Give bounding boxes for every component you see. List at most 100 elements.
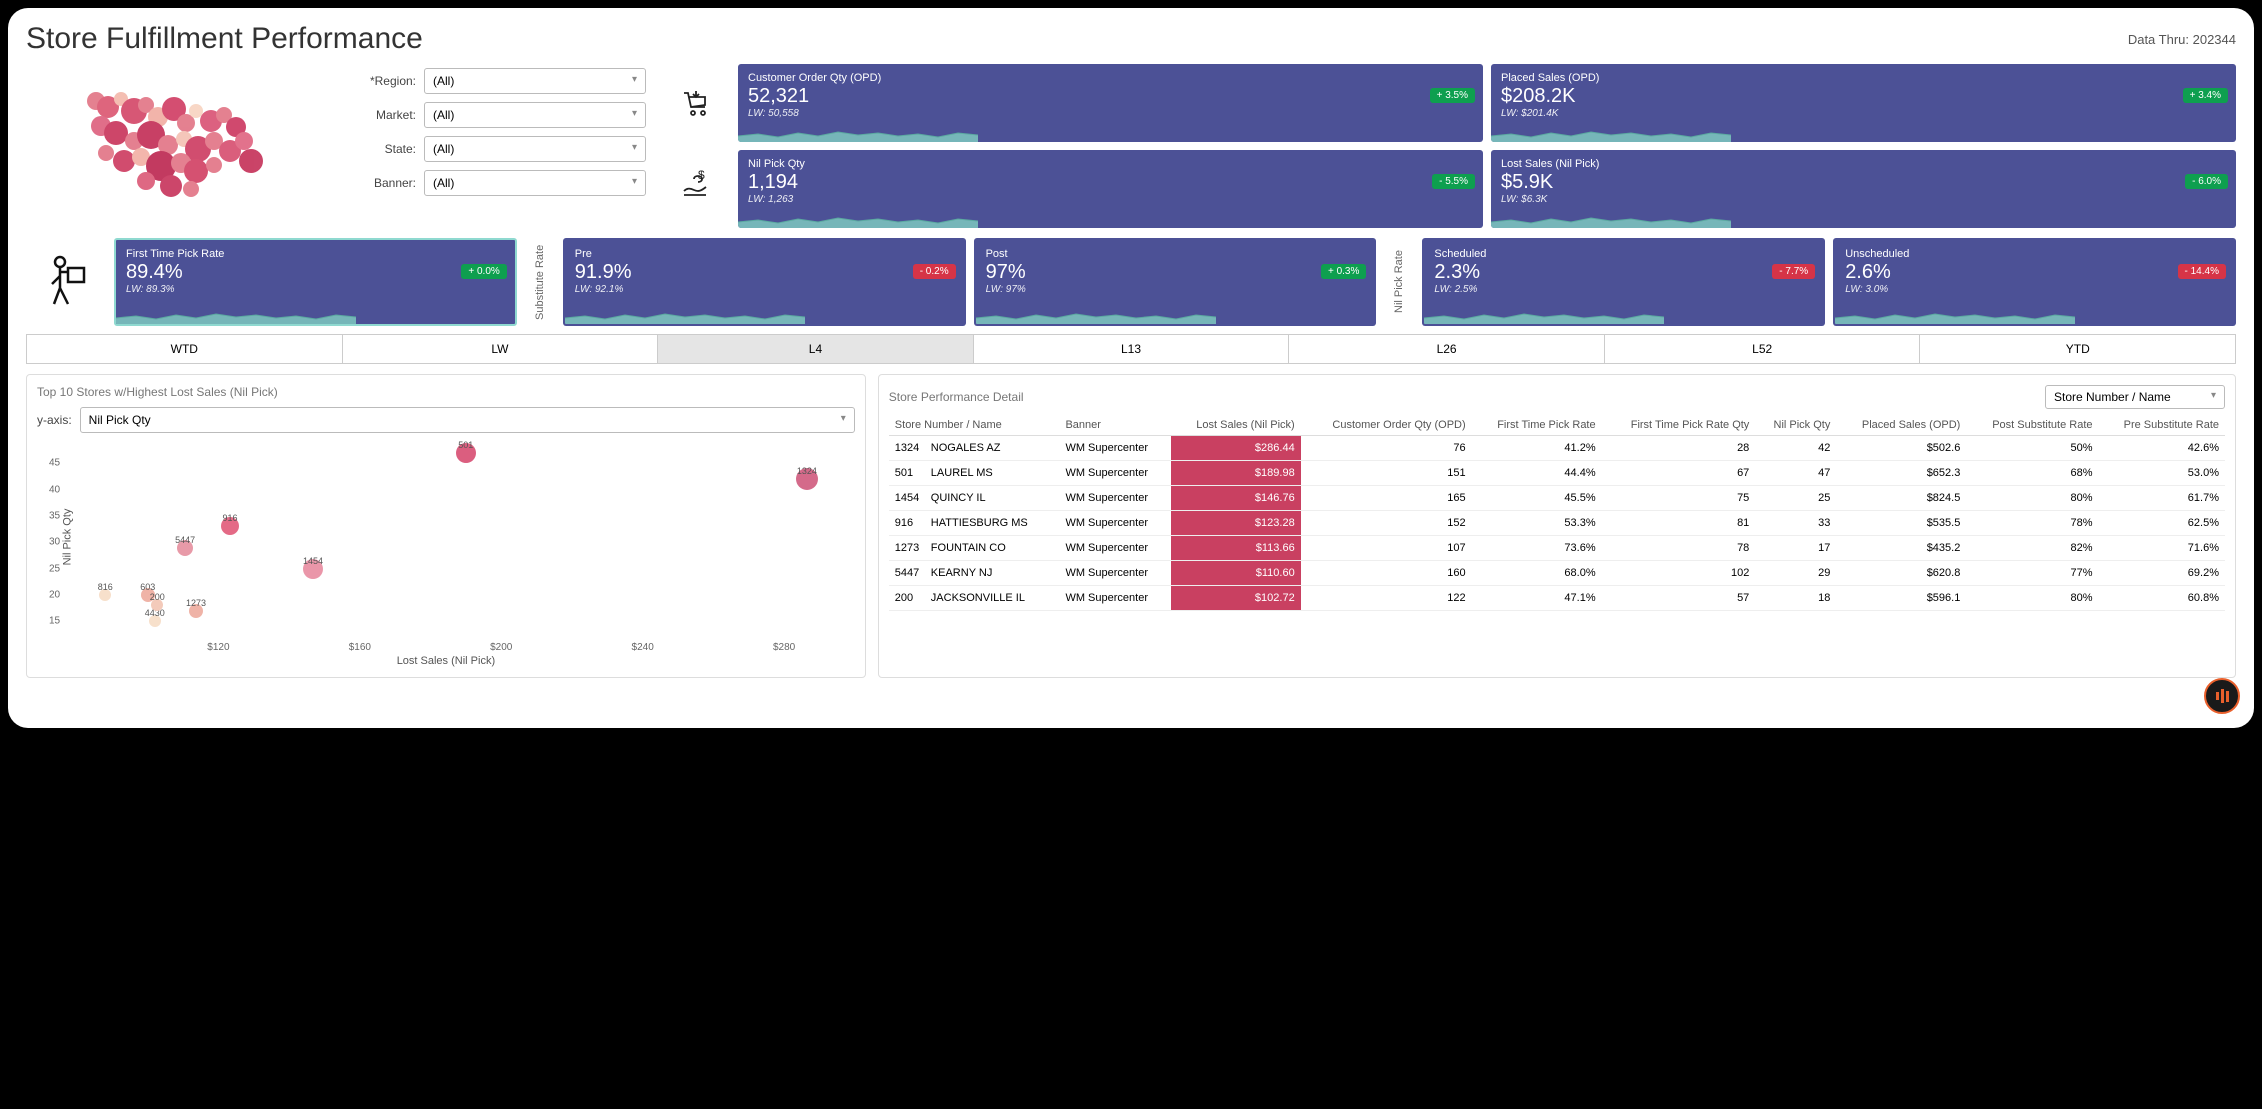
detail-select[interactable]: Store Number / Name — [2045, 385, 2225, 409]
scatter-label: 200 — [150, 592, 165, 602]
map[interactable] — [26, 64, 326, 228]
col-header[interactable]: Pre Substitute Rate — [2099, 415, 2226, 436]
delta-badge: + 0.0% — [461, 264, 506, 279]
table-row[interactable]: 1273FOUNTAIN COWM Supercenter$113.661077… — [889, 536, 2225, 561]
filter-panel: *Region: (All) Market: (All) State: (All) B… — [346, 64, 646, 228]
kpi-card-2[interactable]: Nil Pick Qty1,194LW: 1,263 - 5.5% — [738, 150, 1483, 228]
tab-lw[interactable]: LW — [343, 335, 659, 363]
card-label: First Time Pick Rate — [126, 248, 505, 260]
page-title: Store Fulfillment Performance — [26, 22, 423, 56]
card-label: Nil Pick Qty — [748, 158, 1473, 170]
scatter-label: 1454 — [303, 556, 323, 566]
scatter-label: 5447 — [175, 535, 195, 545]
card-label: Scheduled — [1434, 248, 1813, 260]
card-value: 2.3% — [1434, 260, 1813, 284]
card-value: 52,321 — [748, 84, 1473, 108]
col-header[interactable]: Nil Pick Qty — [1755, 415, 1836, 436]
substitute-rate-label: Substitute Rate — [525, 238, 555, 326]
tab-l4[interactable]: L4 — [658, 335, 974, 363]
kpi-unscheduled[interactable]: Unscheduled2.6%LW: 3.0% - 14.4% — [1833, 238, 2236, 326]
card-label: Placed Sales (OPD) — [1501, 72, 2226, 84]
market-select[interactable]: (All) — [424, 102, 646, 128]
detail-title: Store Performance Detail — [889, 390, 1024, 404]
market-label: Market: — [346, 108, 416, 122]
table-row[interactable]: 916HATTIESBURG MSWM Supercenter$123.2815… — [889, 511, 2225, 536]
card-value: $208.2K — [1501, 84, 2226, 108]
table-row[interactable]: 200JACKSONVILLE ILWM Supercenter$102.721… — [889, 586, 2225, 611]
cart-icon — [680, 87, 712, 124]
delta-badge: - 6.0% — [2185, 174, 2228, 189]
card-value: $5.9K — [1501, 170, 2226, 194]
scatter-title: Top 10 Stores w/Highest Lost Sales (Nil … — [37, 385, 855, 399]
detail-table: Store Number / NameBannerLost Sales (Nil… — [889, 415, 2225, 611]
kpi-card-1[interactable]: Placed Sales (OPD)$208.2KLW: $201.4K+ 3.… — [1491, 64, 2236, 142]
kpi-card-0[interactable]: Customer Order Qty (OPD)52,321LW: 50,558… — [738, 64, 1483, 142]
dashboard: Store Fulfillment Performance Data Thru:… — [8, 8, 2254, 728]
person-box-icon — [26, 238, 106, 326]
col-header[interactable]: First Time Pick Rate Qty — [1602, 415, 1756, 436]
scatter-label: 501 — [458, 440, 473, 450]
state-select[interactable]: (All) — [424, 136, 646, 162]
banner-label: Banner: — [346, 176, 416, 190]
col-header[interactable]: Customer Order Qty (OPD) — [1301, 415, 1472, 436]
action-button[interactable] — [2204, 678, 2240, 714]
col-header[interactable]: Banner — [1059, 415, 1170, 436]
data-thru: Data Thru: 202344 — [2128, 32, 2236, 47]
card-lw: LW: 89.3% — [126, 284, 505, 295]
kpi-post[interactable]: Post97%LW: 97%+ 0.3% — [974, 238, 1377, 326]
card-label: Unscheduled — [1845, 248, 2224, 260]
table-row[interactable]: 5447KEARNY NJWM Supercenter$110.6016068.… — [889, 561, 2225, 586]
delta-badge: - 5.5% — [1432, 174, 1475, 189]
table-row[interactable]: 501LAUREL MSWM Supercenter$189.9815144.4… — [889, 461, 2225, 486]
yaxis-select[interactable]: Nil Pick Qty — [80, 407, 855, 433]
tab-l13[interactable]: L13 — [974, 335, 1290, 363]
delta-badge: - 14.4% — [2178, 264, 2226, 279]
region-select[interactable]: (All) — [424, 68, 646, 94]
scatter-label: 1324 — [797, 466, 817, 476]
card-label: Customer Order Qty (OPD) — [748, 72, 1473, 84]
region-label: *Region: — [346, 74, 416, 88]
us-map-icon — [46, 71, 306, 221]
table-row[interactable]: 1454QUINCY ILWM Supercenter$146.7616545.… — [889, 486, 2225, 511]
kpi-scheduled[interactable]: Scheduled2.3%LW: 2.5%- 7.7% — [1422, 238, 1825, 326]
col-header[interactable]: Placed Sales (OPD) — [1836, 415, 1966, 436]
card-lw: LW: $201.4K — [1501, 108, 2226, 119]
card-label: Post — [986, 248, 1365, 260]
col-header[interactable]: Post Substitute Rate — [1966, 415, 2098, 436]
col-header[interactable]: Lost Sales (Nil Pick) — [1171, 415, 1301, 436]
col-header[interactable]: First Time Pick Rate — [1472, 415, 1602, 436]
kpi-pre[interactable]: Pre91.9%LW: 92.1%- 0.2% — [563, 238, 966, 326]
chart-xlabel: Lost Sales (Nil Pick) — [37, 655, 855, 667]
card-value: 89.4% — [126, 260, 505, 284]
delta-badge: - 0.2% — [913, 264, 956, 279]
table-row[interactable]: 1324NOGALES AZWM Supercenter$286.447641.… — [889, 436, 2225, 461]
scatter-panel: Top 10 Stores w/Highest Lost Sales (Nil … — [26, 374, 866, 678]
card-lw: LW: 3.0% — [1845, 284, 2224, 295]
scatter-label: 916 — [222, 513, 237, 523]
card-value: 1,194 — [748, 170, 1473, 194]
tab-l26[interactable]: L26 — [1289, 335, 1605, 363]
card-lw: LW: 50,558 — [748, 108, 1473, 119]
card-label: Lost Sales (Nil Pick) — [1501, 158, 2226, 170]
yaxis-label: y-axis: — [37, 413, 72, 427]
scatter-label: 603 — [140, 582, 155, 592]
delta-badge: + 0.3% — [1321, 264, 1366, 279]
delta-badge: + 3.5% — [1430, 88, 1475, 103]
state-label: State: — [346, 142, 416, 156]
kpi-card-3[interactable]: Lost Sales (Nil Pick)$5.9KLW: $6.3K- 6.0… — [1491, 150, 2236, 228]
tab-wtd[interactable]: WTD — [27, 335, 343, 363]
kpi-ftpr[interactable]: First Time Pick Rate89.4%LW: 89.3% + 0.0% — [114, 238, 517, 326]
scatter-label: 816 — [98, 582, 113, 592]
tab-ytd[interactable]: YTD — [1920, 335, 2235, 363]
tab-l52[interactable]: L52 — [1605, 335, 1921, 363]
card-lw: LW: 97% — [986, 284, 1365, 295]
period-tabs: WTDLWL4L13L26L52YTD — [26, 334, 2236, 364]
card-value: 2.6% — [1845, 260, 2224, 284]
card-lw: LW: 1,263 — [748, 194, 1473, 205]
scatter-chart[interactable]: Nil Pick Qty 15202530354045$120$160$200$… — [77, 437, 855, 637]
col-header[interactable]: Store Number / Name — [889, 415, 1060, 436]
banner-select[interactable]: (All) — [424, 170, 646, 196]
delta-badge: - 7.7% — [1772, 264, 1815, 279]
card-label: Pre — [575, 248, 954, 260]
nil-pick-rate-label: Nil Pick Rate — [1384, 238, 1414, 326]
